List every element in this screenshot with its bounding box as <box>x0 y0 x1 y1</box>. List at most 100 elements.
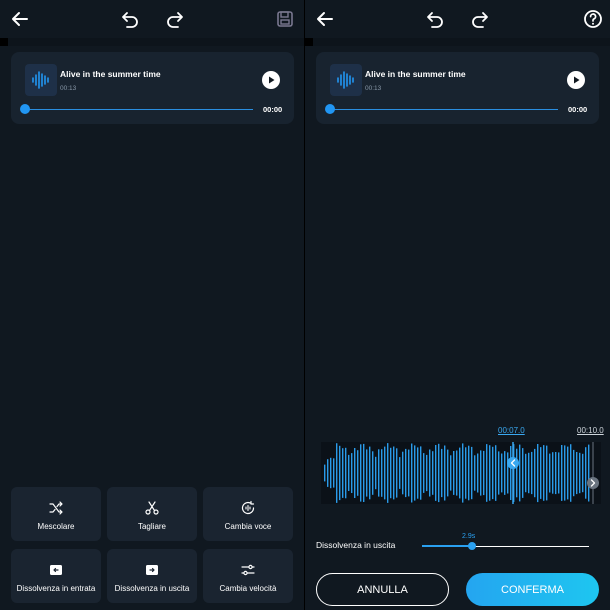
tool-cut[interactable]: Tagliare <box>107 487 197 541</box>
waveform-bar <box>351 453 353 493</box>
waveform-thumbnail <box>330 64 362 96</box>
arrow-left-icon <box>317 12 333 26</box>
tool-fade-in[interactable]: Dissolvenza in entrata <box>11 549 101 603</box>
back-button[interactable] <box>8 7 32 31</box>
waveform-bar <box>585 447 587 499</box>
waveform-bar <box>465 447 467 499</box>
waveform-bar <box>354 448 356 498</box>
waveform-bar <box>447 449 449 497</box>
waveform-bar <box>510 446 512 500</box>
waveform-bar <box>576 452 578 495</box>
waveform-bar <box>366 449 368 497</box>
waveform-bar <box>429 449 431 497</box>
waveform-bar <box>402 451 404 495</box>
redo-button[interactable] <box>163 7 187 31</box>
shuffle-icon <box>49 501 63 515</box>
timeline-end-time: 00:10.0 <box>577 426 604 435</box>
waveform-bar <box>438 443 440 503</box>
tool-label: Cambia velocità <box>219 584 277 593</box>
cancel-button[interactable]: ANNULLA <box>316 573 449 606</box>
waveform-bar <box>570 444 572 502</box>
play-icon <box>269 76 275 84</box>
tool-shuffle[interactable]: Mescolare <box>11 487 101 541</box>
play-button[interactable] <box>262 71 280 89</box>
waveform-bar <box>348 454 350 491</box>
waveform-bar <box>378 449 380 497</box>
waveform-bar <box>468 445 470 501</box>
waveform-bar <box>573 449 575 497</box>
waveform-bar <box>426 454 428 492</box>
waveform-bar <box>396 448 398 498</box>
waveform-bar <box>522 448 524 498</box>
undo-icon <box>427 12 443 28</box>
waveform-bar <box>528 452 530 494</box>
waveform-bar <box>357 450 359 496</box>
top-bar <box>305 0 610 38</box>
playback-slider-thumb[interactable] <box>325 104 335 114</box>
fade-out-value: 2.9s <box>462 533 476 540</box>
waveform-bar <box>399 457 401 489</box>
waveform-bar <box>330 457 332 489</box>
playback-slider-thumb[interactable] <box>20 104 30 114</box>
tool-change-voice[interactable]: Cambia voce <box>203 487 293 541</box>
waveform-bar <box>588 444 590 502</box>
fade-out-icon <box>146 565 158 575</box>
tool-change-speed[interactable]: Cambia velocità <box>203 549 293 603</box>
waveform-bar <box>375 456 377 490</box>
help-button[interactable] <box>581 7 605 31</box>
waveform-bar <box>549 453 551 493</box>
fade-out-slider-fill <box>422 545 473 547</box>
waveform-bar <box>432 451 434 495</box>
waveform-bar <box>495 445 497 501</box>
speed-icon <box>241 564 255 576</box>
scissors-icon <box>145 501 159 515</box>
confirm-button[interactable]: CONFERMA <box>466 573 599 606</box>
track-card: Alive in the summer time 00:13 00:00 <box>316 52 599 124</box>
waveform-editor[interactable] <box>321 442 601 504</box>
toolbar-separator <box>0 38 305 46</box>
waveform-bar <box>423 453 425 493</box>
waveform <box>324 442 599 504</box>
back-button[interactable] <box>313 7 337 31</box>
waveform-bar <box>384 446 386 500</box>
waveform-bar <box>558 452 560 494</box>
waveform-bar <box>420 446 422 500</box>
waveform-bar <box>345 447 347 499</box>
play-button[interactable] <box>567 71 585 89</box>
waveform-bar <box>474 455 476 491</box>
toolbar-separator <box>305 38 610 46</box>
playback-slider-track[interactable] <box>330 109 558 110</box>
undo-icon <box>122 12 138 28</box>
waveform-bar <box>519 444 521 502</box>
waveform-bar <box>444 445 446 501</box>
help-icon <box>584 10 602 28</box>
waveform-bar <box>405 448 407 498</box>
waveform-bar <box>381 449 383 497</box>
waveform-bar <box>411 443 413 503</box>
arrow-left-icon <box>12 12 28 26</box>
waveform-bar <box>342 448 344 498</box>
waveform-bar <box>507 452 509 494</box>
redo-button[interactable] <box>468 7 492 31</box>
end-handle[interactable] <box>587 477 599 489</box>
waveform-bar <box>336 443 338 503</box>
waveform-bar <box>498 451 500 495</box>
playback-slider-track[interactable] <box>25 109 253 110</box>
tool-fade-out[interactable]: Dissolvenza in uscita <box>107 549 197 603</box>
track-duration: 00:13 <box>365 85 382 92</box>
undo-button[interactable] <box>423 7 447 31</box>
tool-label: Dissolvenza in entrata <box>16 584 96 593</box>
waveform-bar <box>492 446 494 500</box>
audio-wave-icon <box>32 71 49 89</box>
voice-change-icon <box>241 500 255 515</box>
playhead-handle[interactable] <box>507 457 519 469</box>
fade-out-slider-thumb[interactable] <box>468 542 477 550</box>
waveform-bar <box>456 450 458 496</box>
tool-label: Mescolare <box>37 522 75 531</box>
redo-icon <box>472 12 488 28</box>
fade-in-icon <box>50 565 62 575</box>
playback-position: 00:00 <box>263 105 283 114</box>
save-button[interactable] <box>273 7 297 31</box>
waveform-bar <box>363 443 365 502</box>
undo-button[interactable] <box>118 7 142 31</box>
